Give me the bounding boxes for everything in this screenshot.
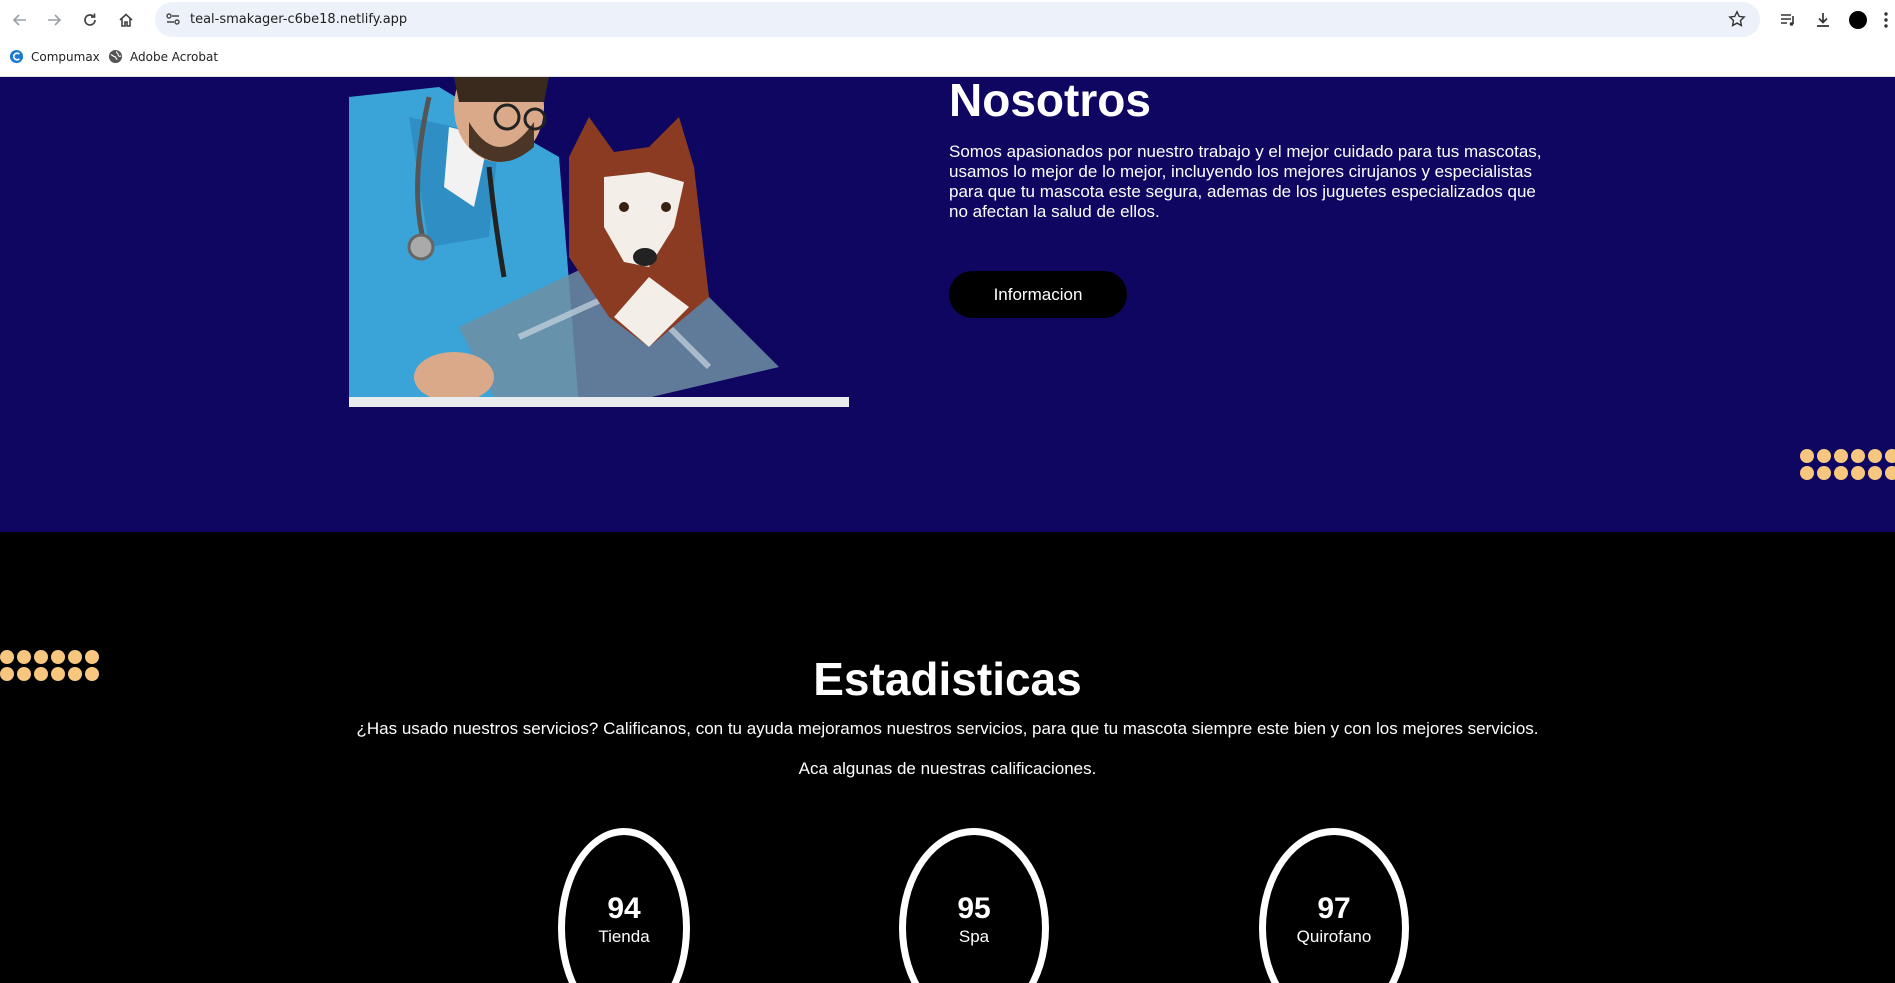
stat-value: 95: [957, 892, 991, 925]
site-settings-icon[interactable]: [165, 11, 181, 27]
dot: [1817, 449, 1831, 463]
reading-list-button[interactable]: [1776, 8, 1800, 32]
stat-circle-tienda: 94 Tienda: [558, 828, 690, 983]
stat-circle-spa: 95 Spa: [899, 828, 1049, 983]
arrow-right-icon: [48, 14, 62, 26]
stats-section: Estadisticas ¿Has usado nuestros servici…: [0, 532, 1895, 983]
bookmark-compumax[interactable]: Compumax: [9, 49, 100, 64]
browser-toolbar: teal-smakager-c6be18.netlify.app: [0, 0, 1895, 40]
dot: [1800, 466, 1814, 480]
about-section: Nosotros Somos apasionados por nuestro t…: [0, 77, 1895, 532]
dot: [1800, 449, 1814, 463]
about-description: Somos apasionados por nuestro trabajo y …: [949, 142, 1542, 221]
avatar-icon: [1849, 11, 1867, 29]
bookmarks-bar: Compumax Adobe Acrobat: [0, 40, 1895, 77]
stat-label: Quirofano: [1296, 927, 1372, 946]
bookmark-star-icon[interactable]: [1728, 10, 1746, 28]
playlist-icon: [1781, 14, 1794, 26]
vet-with-husky-image: [349, 77, 849, 407]
stat-label: Spa: [958, 927, 990, 946]
reload-icon: [84, 13, 96, 26]
dot: [1834, 449, 1848, 463]
forward-button[interactable]: [42, 8, 66, 32]
stat-value: 97: [1317, 892, 1351, 925]
stat-value: 94: [607, 892, 641, 925]
compumax-icon: [9, 49, 24, 64]
bookmark-adobe-acrobat[interactable]: Adobe Acrobat: [108, 49, 218, 64]
about-title: Nosotros: [949, 77, 1151, 126]
dot: [1817, 466, 1831, 480]
informacion-button[interactable]: Informacion: [949, 271, 1127, 318]
stats-title: Estadisticas: [813, 653, 1082, 705]
dot: [1885, 466, 1895, 480]
home-button[interactable]: [114, 8, 138, 32]
downloads-button[interactable]: [1811, 8, 1835, 32]
menu-button[interactable]: [1876, 8, 1895, 32]
profile-button[interactable]: [1846, 8, 1870, 32]
stat-circle-quirofano: 97 Quirofano: [1259, 828, 1409, 983]
dot: [1851, 466, 1865, 480]
back-button[interactable]: [8, 8, 32, 32]
stats-subtext: Aca algunas de nuestras calificaciones.: [798, 759, 1097, 778]
dot: [1868, 449, 1882, 463]
address-bar[interactable]: teal-smakager-c6be18.netlify.app: [155, 2, 1760, 37]
download-icon: [1817, 13, 1829, 27]
home-icon: [119, 13, 133, 27]
globe-icon: [108, 49, 123, 64]
dot: [1885, 449, 1895, 463]
stats-description: ¿Has usado nuestros servicios? Califican…: [356, 719, 1539, 738]
bookmark-label: Adobe Acrobat: [130, 49, 219, 64]
decorative-dots: [1800, 449, 1895, 480]
reload-button[interactable]: [78, 8, 102, 32]
bookmark-label: Compumax: [31, 49, 100, 64]
dot: [1834, 466, 1848, 480]
url-text[interactable]: teal-smakager-c6be18.netlify.app: [190, 12, 407, 27]
stat-label: Tienda: [598, 927, 650, 946]
dot: [1851, 449, 1865, 463]
dot: [1868, 466, 1882, 480]
kebab-menu-icon: [1883, 12, 1888, 28]
arrow-left-icon: [12, 14, 26, 26]
